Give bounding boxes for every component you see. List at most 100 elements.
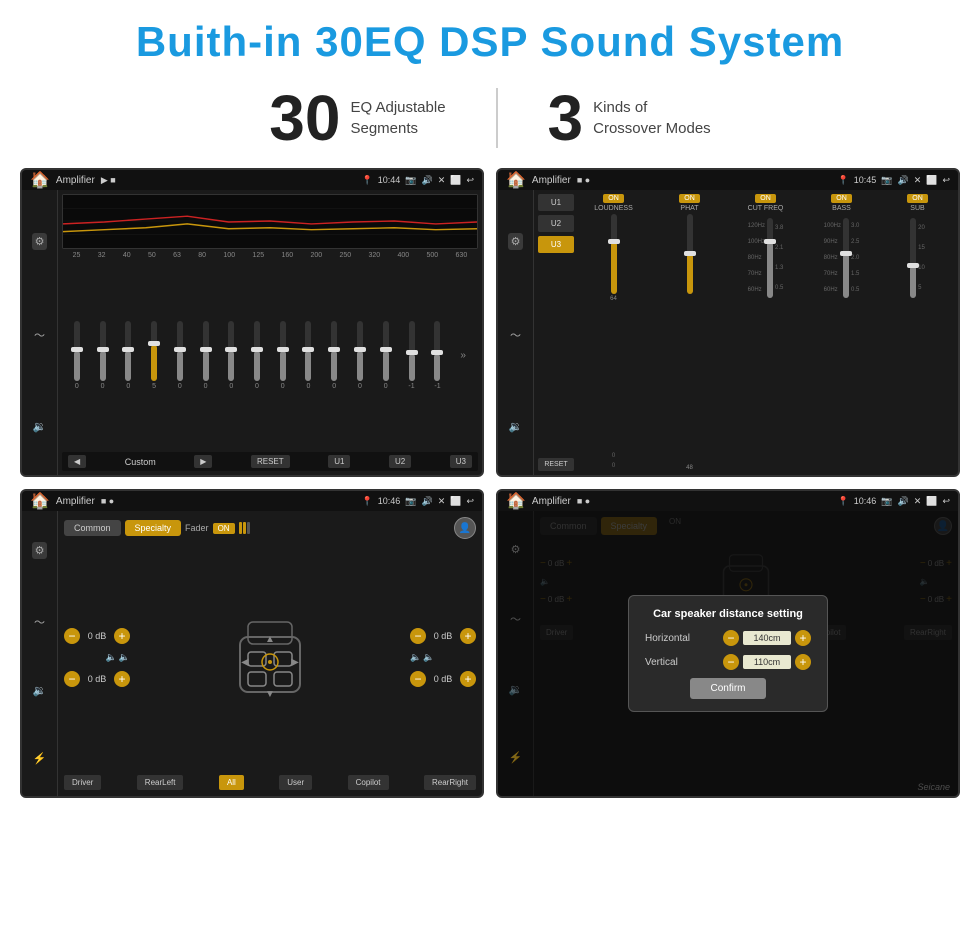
crossover-app-title: Amplifier (532, 175, 571, 186)
wave-icon-2[interactable]: 〜 (510, 327, 521, 343)
horizontal-minus-btn[interactable]: − (723, 630, 739, 646)
wave-icon-3[interactable]: 〜 (34, 614, 45, 630)
reset-btn[interactable]: RESET (251, 455, 290, 468)
reset-btn-crossover[interactable]: RESET (538, 458, 574, 471)
volume-icon: 🔊 (421, 175, 432, 186)
prev-btn[interactable]: ◀ (68, 455, 86, 468)
top-btns: Common Specialty Fader ON 👤 (64, 517, 476, 539)
window-icon-2[interactable]: ⬜ (926, 175, 937, 186)
eq-slider-11: 0 (331, 321, 337, 390)
crossover-sidebar: ⚙ 〜 🔉 (498, 190, 534, 475)
loudness-channel: ON LOUDNESS 64 00 (577, 194, 650, 471)
u2-preset[interactable]: U2 (538, 215, 574, 232)
rearleft-btn[interactable]: RearLeft (137, 775, 184, 790)
sub-on-btn[interactable]: ON (907, 194, 928, 203)
stat-crossover: 3 Kinds ofCrossover Modes (498, 86, 761, 150)
back-icon-2[interactable]: ↩ (942, 175, 950, 186)
cutfreq-label: CUT FREQ (748, 205, 784, 212)
bluetooth-icon[interactable]: ⚡ (33, 752, 47, 765)
loudness-on-btn[interactable]: ON (603, 194, 624, 203)
window-icon[interactable]: ⬜ (450, 175, 461, 186)
eq-sidebar: ⚙ 〜 🔉 (22, 190, 58, 475)
fl-minus-btn[interactable]: − (64, 628, 80, 644)
rl-minus-btn[interactable]: − (64, 671, 80, 687)
speaker-distance-dialog: Car speaker distance setting Horizontal … (628, 595, 828, 712)
eq-slider-9: 0 (280, 321, 286, 390)
eq-status-bar: 🏠 Amplifier ▶ ■ 📍 10:44 📷 🔊 ✕ ⬜ ↩ (22, 170, 482, 190)
dialog-status-left: 🏠 Amplifier ■ ● (506, 491, 590, 511)
eq-main: 25 32 40 50 63 80 100 125 160 200 250 32… (58, 190, 482, 475)
fr-plus-btn[interactable]: + (460, 628, 476, 644)
dialog-status-bar: 🏠 Amplifier ■ ● 📍 10:46 📷 🔊 ✕ ⬜ ↩ (498, 491, 958, 511)
window-icon-4[interactable]: ⬜ (926, 496, 937, 507)
u2-btn[interactable]: U2 (389, 455, 411, 468)
eq-icon[interactable]: ⚙ (32, 233, 48, 250)
svg-text:▶: ▶ (291, 657, 299, 668)
close-icon[interactable]: ✕ (438, 175, 446, 186)
specialty-status-bar: 🏠 Amplifier ■ ● 📍 10:46 📷 🔊 ✕ ⬜ ↩ (22, 491, 482, 511)
specialty-screen: 🏠 Amplifier ■ ● 📍 10:46 📷 🔊 ✕ ⬜ ↩ ⚙ 〜 🔉 … (20, 489, 484, 798)
phat-on-btn[interactable]: ON (679, 194, 700, 203)
user-btn[interactable]: User (279, 775, 312, 790)
u3-preset[interactable]: U3 (538, 236, 574, 253)
rr-minus-btn[interactable]: − (410, 671, 426, 687)
volume-down-icon-2[interactable]: 🔉 (509, 420, 523, 433)
volume-down-icon[interactable]: 🔉 (33, 420, 47, 433)
u3-btn[interactable]: U3 (450, 455, 472, 468)
fl-plus-btn[interactable]: + (114, 628, 130, 644)
custom-label: Custom (125, 457, 156, 467)
home-icon[interactable]: 🏠 (30, 170, 50, 190)
crossover-status-right: 📍 10:45 📷 🔊 ✕ ⬜ ↩ (838, 175, 951, 186)
back-icon-3[interactable]: ↩ (466, 496, 474, 507)
all-btn[interactable]: All (219, 775, 244, 790)
bottom-btn-row: Driver RearLeft All User Copilot RearRig… (64, 775, 476, 790)
bass-on-btn[interactable]: ON (831, 194, 852, 203)
left-controls: − 0 dB + 🔈 🔈 − 0 dB + (64, 628, 130, 687)
home-icon-2[interactable]: 🏠 (506, 170, 526, 190)
copilot-btn[interactable]: Copilot (348, 775, 389, 790)
cutfreq-on-btn[interactable]: ON (755, 194, 776, 203)
u1-btn[interactable]: U1 (328, 455, 350, 468)
specialty-mode-btn[interactable]: Specialty (125, 520, 182, 536)
confirm-button[interactable]: Confirm (690, 678, 765, 699)
home-icon-3[interactable]: 🏠 (30, 491, 50, 511)
eq-icon-2[interactable]: ⚙ (508, 233, 524, 250)
rearright-btn[interactable]: RearRight (424, 775, 476, 790)
u1-preset[interactable]: U1 (538, 194, 574, 211)
eq-app-title: Amplifier (56, 175, 95, 186)
close-icon-2[interactable]: ✕ (914, 175, 922, 186)
eq-slider-12: 0 (357, 321, 363, 390)
bass-channel: ON BASS 100Hz90Hz80Hz70Hz60Hz 3.02 (805, 194, 878, 471)
volume-down-icon-3[interactable]: 🔉 (33, 684, 47, 697)
wave-icon[interactable]: 〜 (34, 327, 45, 343)
rl-plus-btn[interactable]: + (114, 671, 130, 687)
horizontal-plus-btn[interactable]: + (795, 630, 811, 646)
back-icon[interactable]: ↩ (466, 175, 474, 186)
left-speaker-icons: 🔈 🔈 (106, 652, 130, 663)
more-icon[interactable]: » (460, 350, 466, 361)
eq-slider-13: 0 (383, 321, 389, 390)
fader-bars (239, 522, 250, 534)
avatar-icon[interactable]: 👤 (454, 517, 476, 539)
vertical-minus-btn[interactable]: − (723, 654, 739, 670)
window-icon-3[interactable]: ⬜ (450, 496, 461, 507)
rr-plus-btn[interactable]: + (460, 671, 476, 687)
driver-btn[interactable]: Driver (64, 775, 101, 790)
right-speaker-icons: 🔈 🔈 (410, 652, 434, 663)
back-icon-4[interactable]: ↩ (942, 496, 950, 507)
close-icon-4[interactable]: ✕ (914, 496, 922, 507)
page-title: Buith-in 30EQ DSP Sound System (0, 18, 980, 66)
fr-minus-btn[interactable]: − (410, 628, 426, 644)
eq-icon-3[interactable]: ⚙ (32, 542, 48, 559)
fr-db-value: 0 dB (429, 631, 457, 641)
eq-sliders: 0 0 0 5 0 (62, 262, 478, 449)
rear-left-db: − 0 dB + (64, 671, 130, 687)
vertical-plus-btn[interactable]: + (795, 654, 811, 670)
eq-bottom-bar: ◀ Custom ▶ RESET U1 U2 U3 (62, 452, 478, 471)
home-icon-4[interactable]: 🏠 (506, 491, 526, 511)
eq-slider-14: -1 (408, 321, 414, 390)
eq-screen: 🏠 Amplifier ▶ ■ 📍 10:44 📷 🔊 ✕ ⬜ ↩ ⚙ 〜 🔉 (20, 168, 484, 477)
close-icon-3[interactable]: ✕ (438, 496, 446, 507)
common-mode-btn[interactable]: Common (64, 520, 121, 536)
play-btn[interactable]: ▶ (194, 455, 212, 468)
